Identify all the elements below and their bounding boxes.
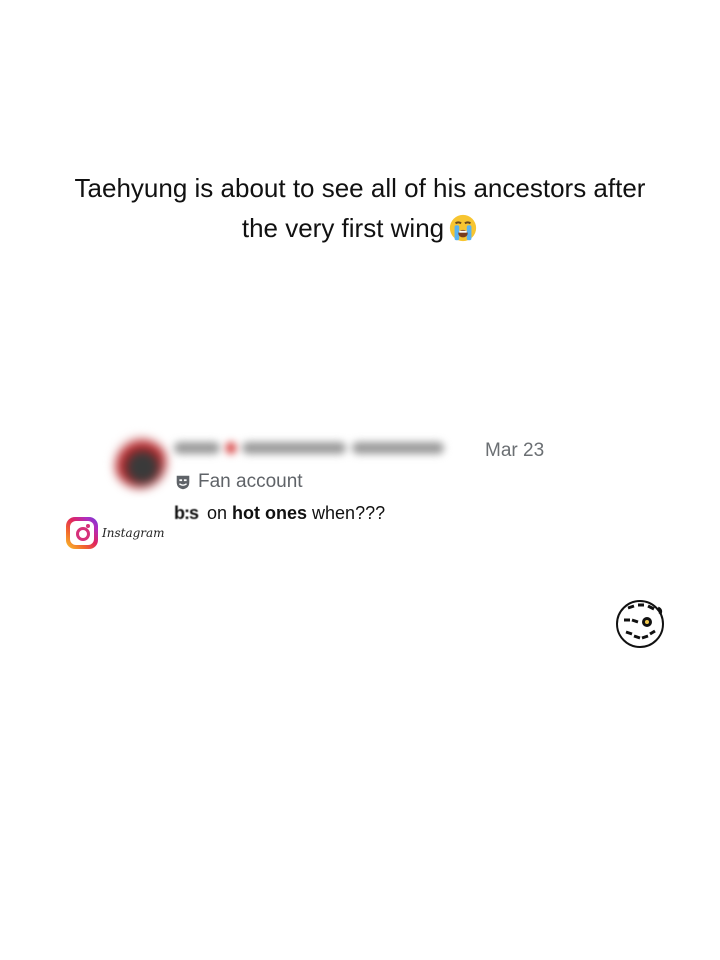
post-text-bold: hot ones <box>232 503 308 523</box>
loudly-crying-face-icon <box>450 214 477 242</box>
first-we-feast-logo <box>616 600 664 648</box>
caption: Taehyung is about to see all of his ance… <box>20 168 700 248</box>
instagram-label: Instagram <box>102 526 165 540</box>
post-text-start: b:s <box>174 503 199 523</box>
instagram-watermark: Instagram <box>66 517 165 549</box>
post-text-mid: on <box>202 503 233 523</box>
badge-label: Fan account <box>198 471 303 492</box>
fan-post: Mar 23 Fan account b:s on hot ones when?… <box>110 430 560 530</box>
caption-line-2: the very first wing <box>241 213 445 243</box>
caption-line-2-wrap: the very first wing <box>20 208 700 248</box>
avatar <box>114 436 166 488</box>
fan-account-badge: Fan account <box>174 471 303 493</box>
page: Taehyung is about to see all of his ance… <box>0 0 720 960</box>
caption-line-1: Taehyung is about to see all of his ance… <box>74 173 646 203</box>
instagram-icon <box>66 517 98 549</box>
post-date: Mar 23 <box>485 440 545 461</box>
post-text: b:s on hot ones when??? <box>174 503 385 524</box>
theater-mask-icon <box>176 475 190 490</box>
post-text-end: when??? <box>307 503 386 523</box>
blurred-username <box>174 442 444 458</box>
